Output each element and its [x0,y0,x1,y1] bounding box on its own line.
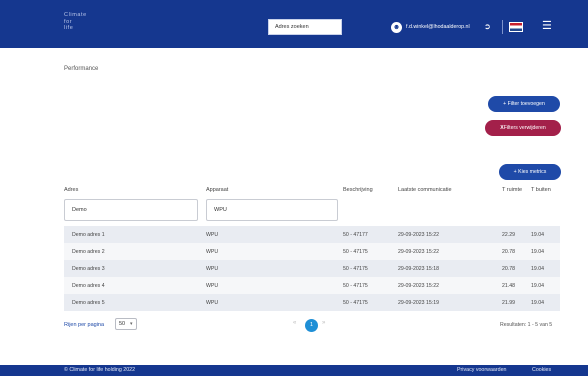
cell-adres: Demo adres 5 [72,300,105,306]
cell-laatste-communicatie: 29-09-2023 15:19 [398,300,439,306]
divider [502,20,503,34]
cookies-link[interactable]: Cookies [532,367,551,373]
cell-t-ruimte: 22.29 [502,232,515,238]
cell-laatste-communicatie: 29-09-2023 15:22 [398,283,439,289]
remove-filters-label: Filters verwijderen [503,125,546,131]
page-1-button[interactable]: 1 [305,319,318,332]
cell-beschrijving: 50 - 47175 [343,266,368,272]
column-header-laatste-communicatie[interactable]: Laatste communicatie [398,187,452,193]
cell-adres: Demo adres 1 [72,232,105,238]
adres-filter-input[interactable]: Demo [64,199,198,221]
next-page-button[interactable]: » [322,320,325,326]
cell-apparaat: WPU [206,300,219,306]
cell-t-buiten: 19.04 [531,249,544,255]
cell-apparaat: WPU [206,266,219,272]
add-filter-button[interactable]: + Filter toevoegen [488,96,560,112]
cell-laatste-communicatie: 29-09-2023 15:22 [398,232,439,238]
table-row[interactable]: Demo adres 4 WPU 50 - 47175 29-09-2023 1… [64,277,560,294]
footer: © Climate for life holding 2022 Privacy … [0,365,588,376]
climate-for-life-logo[interactable]: Climate for life [64,12,87,32]
cell-beschrijving: 50 - 47177 [343,232,368,238]
rows-per-page-label: Rijen per pagina [64,322,105,328]
choose-metrics-button[interactable]: + Kies metrics [499,164,561,180]
cell-adres: Demo adres 2 [72,249,105,255]
table-row[interactable]: Demo adres 2 WPU 50 - 47175 29-09-2023 1… [64,243,560,260]
user-email[interactable]: f.d.winkel@lhodaalderop.nl [406,24,470,30]
cell-apparaat: WPU [206,249,219,255]
cell-laatste-communicatie: 29-09-2023 15:22 [398,249,439,255]
cell-adres: Demo adres 4 [72,283,105,289]
column-header-adres[interactable]: Adres [64,187,78,193]
cell-apparaat: WPU [206,232,219,238]
cell-adres: Demo adres 3 [72,266,105,272]
column-header-t-buiten[interactable]: T buiten [531,187,551,193]
table-row[interactable]: Demo adres 5 WPU 50 - 47175 29-09-2023 1… [64,294,560,311]
cell-t-buiten: 19.04 [531,283,544,289]
cell-t-buiten: 19.04 [531,266,544,272]
address-search-input[interactable]: Adres zoeken [268,19,342,35]
column-header-beschrijving[interactable]: Beschrijving [343,187,373,193]
top-navbar: Climate for life Adres zoeken ☻ f.d.wink… [0,0,588,48]
cell-t-ruimte: 20.78 [502,266,515,272]
logo-line: Climate [64,12,87,18]
cell-laatste-communicatie: 29-09-2023 15:18 [398,266,439,272]
cell-t-buiten: 19.04 [531,232,544,238]
table-row[interactable]: Demo adres 3 WPU 50 - 47175 29-09-2023 1… [64,260,560,277]
table-row[interactable]: Demo adres 1 WPU 50 - 47177 29-09-2023 1… [64,226,560,243]
cell-beschrijving: 50 - 47175 [343,283,368,289]
column-header-apparaat[interactable]: Apparaat [206,187,228,193]
logo-line: life [64,25,74,31]
remove-filters-button[interactable]: XFilters verwijderen [485,120,561,136]
cell-t-ruimte: 21.99 [502,300,515,306]
logout-icon[interactable]: ➲ [484,22,491,31]
cell-apparaat: WPU [206,283,219,289]
previous-page-button[interactable]: « [293,320,296,326]
chevron-down-icon[interactable]: ▾ [130,321,133,327]
hamburger-menu-icon[interactable]: ☰ [542,20,552,32]
cell-beschrijving: 50 - 47175 [343,300,368,306]
page-title: Performance [64,66,99,72]
cell-beschrijving: 50 - 47175 [343,249,368,255]
privacy-link[interactable]: Privacy voorwaarden [457,367,506,373]
cell-t-ruimte: 20.78 [502,249,515,255]
dutch-flag-icon[interactable] [509,22,523,32]
cell-t-buiten: 19.04 [531,300,544,306]
rows-per-page-select[interactable]: 50 [115,318,137,330]
footer-copyright: © Climate for life holding 2022 [64,367,136,373]
user-icon[interactable]: ☻ [391,22,402,33]
results-count: Resultaten: 1 - 5 van 5 [500,322,553,328]
apparaat-filter-input[interactable]: WPU [206,199,338,221]
cell-t-ruimte: 21.48 [502,283,515,289]
column-header-t-ruimte[interactable]: T ruimte [502,187,522,193]
